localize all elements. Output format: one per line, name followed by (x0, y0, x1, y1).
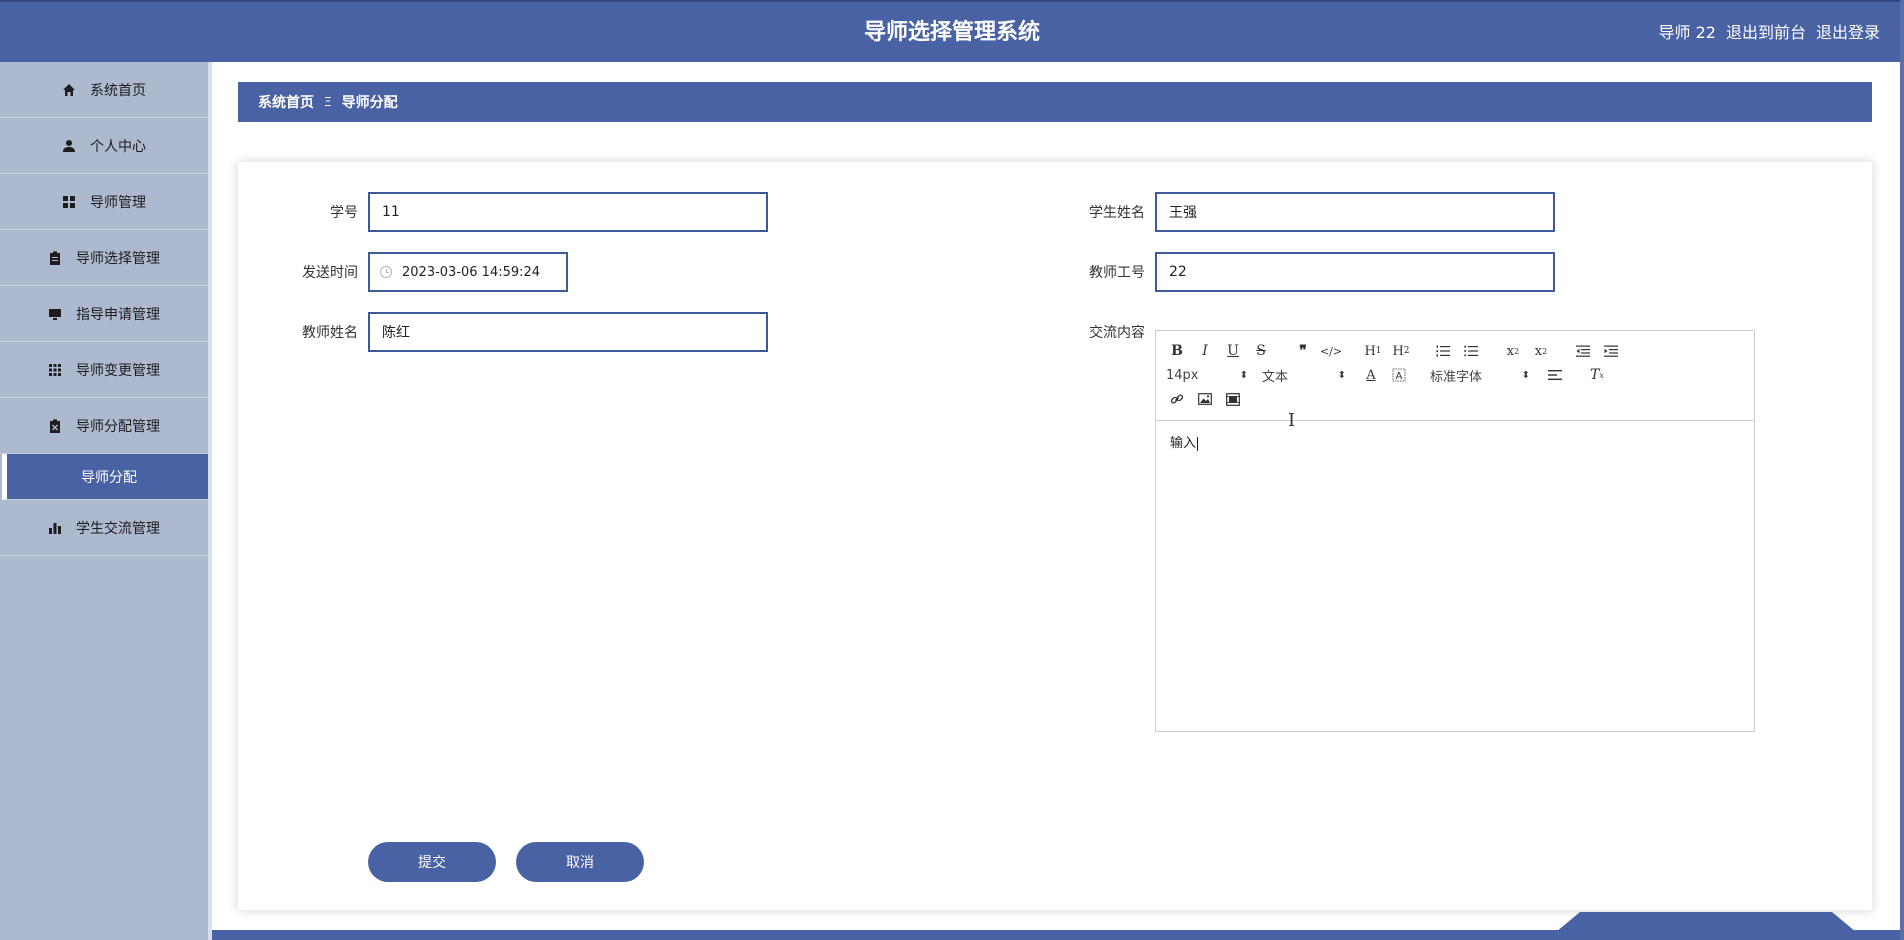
sidebar-item-tutor-change[interactable]: 导师变更管理 (0, 342, 208, 398)
grid-icon (63, 195, 75, 208)
bar-chart-icon (49, 522, 61, 534)
font-size-select[interactable]: 14px ⬍ (1166, 364, 1248, 386)
sidebar-item-tutor-management[interactable]: 导师管理 (0, 174, 208, 230)
clock-icon (380, 266, 392, 278)
sidebar-item-label: 导师分配管理 (76, 418, 160, 435)
submit-button[interactable]: 提交 (368, 842, 496, 882)
apps-icon (49, 363, 61, 376)
background-color-icon[interactable]: A (1388, 364, 1410, 386)
top-header: 导师选择管理系统 导师 22 退出到前台 退出登录 (0, 0, 1904, 62)
monitor-icon (49, 308, 61, 320)
student-name-input[interactable] (1155, 192, 1555, 232)
heading-2-icon[interactable]: H2 (1390, 340, 1412, 362)
clear-format-icon[interactable]: Tx (1586, 364, 1608, 386)
user-icon (63, 139, 75, 152)
toolbar-row-2: 14px ⬍ 文本 ⬍ A A 标准字体 ⬍ T x (1166, 363, 1744, 387)
superscript-icon[interactable]: x2 (1530, 340, 1552, 362)
teacher-name-input[interactable] (368, 312, 768, 352)
toolbar-row-3 (1166, 387, 1744, 411)
breadcrumb-separator: Ξ (324, 95, 332, 109)
exit-to-front-link[interactable]: 退出到前台 (1726, 2, 1806, 64)
teacher-name-label: 教师姓名 (302, 325, 358, 341)
sidebar-item-student-communication[interactable]: 学生交流管理 (0, 500, 208, 556)
italic-icon[interactable]: I (1194, 340, 1216, 362)
clipboard-x-icon (50, 419, 60, 433)
sidebar-divider (208, 62, 212, 940)
font-family-select[interactable]: 标准字体 ⬍ (1430, 364, 1530, 386)
select-arrows-icon: ⬍ (1337, 369, 1346, 381)
block-type-value: 文本 (1262, 369, 1289, 385)
home-icon (63, 83, 75, 96)
sidebar-item-guidance-application[interactable]: 指导申请管理 (0, 286, 208, 342)
system-title: 导师选择管理系统 (863, 20, 1040, 45)
form-card: 学号 发送时间 2023-03-06 14:59:24 教师姓名 学生姓名 教师… (238, 162, 1872, 910)
sidebar-item-label: 导师管理 (90, 194, 146, 211)
sidebar-item-personal-center[interactable]: 个人中心 (0, 118, 208, 174)
sidebar-item-tutor-selection[interactable]: 导师选择管理 (0, 230, 208, 286)
editor-toolbar: B I U S ❞ </> H1 H2 x2 x2 14px ⬍ 文本 ⬍ A … (1156, 331, 1754, 421)
svg-text:A: A (1396, 371, 1403, 382)
header-user-area: 导师 22 退出到前台 退出登录 (1659, 2, 1880, 64)
bullet-list-icon[interactable] (1460, 340, 1482, 362)
video-icon[interactable] (1222, 388, 1244, 410)
bottom-tab-decoration (1556, 912, 1856, 932)
sidebar-item-label: 导师选择管理 (76, 250, 160, 267)
toolbar-row-1: B I U S ❞ </> H1 H2 x2 x2 (1166, 339, 1744, 363)
outdent-icon[interactable] (1572, 340, 1594, 362)
editor-text: 输入 (1170, 436, 1197, 451)
editor-content-area[interactable]: 输入 (1156, 422, 1754, 731)
cancel-button[interactable]: 取消 (516, 842, 644, 882)
logout-link[interactable]: 退出登录 (1816, 2, 1880, 64)
teacher-no-label: 教师工号 (1089, 265, 1145, 281)
select-arrows-icon: ⬍ (1239, 369, 1248, 381)
current-user: 导师 22 (1658, 23, 1716, 42)
sidebar-item-label: 指导申请管理 (76, 306, 160, 323)
breadcrumb-current: 导师分配 (341, 95, 398, 111)
select-arrows-icon: ⬍ (1521, 369, 1530, 381)
sidebar-subitem-label: 导师分配 (81, 469, 137, 486)
font-size-value: 14px (1166, 367, 1199, 383)
text-cursor-icon: I (1288, 410, 1296, 431)
text-caret (1197, 436, 1199, 451)
clipboard-icon (50, 251, 60, 265)
code-block-icon[interactable]: </> (1320, 340, 1342, 362)
sidebar-item-label: 学生交流管理 (76, 520, 160, 537)
block-type-select[interactable]: 文本 ⬍ (1262, 364, 1346, 386)
breadcrumb-home[interactable]: 系统首页 (258, 92, 314, 112)
student-name-label: 学生姓名 (1089, 205, 1145, 221)
send-time-value: 2023-03-06 14:59:24 (402, 264, 541, 280)
underline-icon[interactable]: U (1222, 340, 1244, 362)
rich-text-editor: B I U S ❞ </> H1 H2 x2 x2 14px ⬍ 文本 ⬍ A … (1155, 330, 1755, 732)
link-icon[interactable] (1166, 388, 1188, 410)
subscript-icon[interactable]: x2 (1502, 340, 1524, 362)
bold-icon[interactable]: B (1166, 340, 1188, 362)
send-time-picker[interactable]: 2023-03-06 14:59:24 (368, 252, 568, 292)
sidebar: 系统首页 个人中心 导师管理 导师选择管理 指导申请管理 导师变更管理 导师分配… (0, 62, 208, 940)
font-color-icon[interactable]: A (1360, 364, 1382, 386)
window-right-edge (1900, 0, 1904, 940)
breadcrumb: 系统首页 Ξ 导师分配 (238, 82, 1872, 122)
bottom-bar (212, 930, 1904, 940)
sidebar-subitem-tutor-assign[interactable]: 导师分配 (2, 454, 208, 500)
student-no-input[interactable] (368, 192, 768, 232)
sidebar-item-label: 导师变更管理 (76, 362, 160, 379)
image-icon[interactable] (1194, 388, 1216, 410)
send-time-label: 发送时间 (302, 265, 358, 281)
sidebar-item-tutor-assignment[interactable]: 导师分配管理 (0, 398, 208, 454)
blockquote-icon[interactable]: ❞ (1292, 340, 1314, 362)
sidebar-item-label: 系统首页 (90, 82, 146, 99)
teacher-no-input[interactable] (1155, 252, 1555, 292)
strikethrough-icon[interactable]: S (1250, 340, 1272, 362)
indent-icon[interactable] (1600, 340, 1622, 362)
ordered-list-icon[interactable] (1432, 340, 1454, 362)
sidebar-item-home[interactable]: 系统首页 (0, 62, 208, 118)
student-no-label: 学号 (330, 205, 358, 221)
sidebar-item-label: 个人中心 (90, 138, 146, 155)
heading-1-icon[interactable]: H1 (1362, 340, 1384, 362)
font-family-value: 标准字体 (1430, 369, 1483, 385)
content-label: 交流内容 (1089, 325, 1145, 341)
align-left-icon[interactable] (1544, 364, 1566, 386)
